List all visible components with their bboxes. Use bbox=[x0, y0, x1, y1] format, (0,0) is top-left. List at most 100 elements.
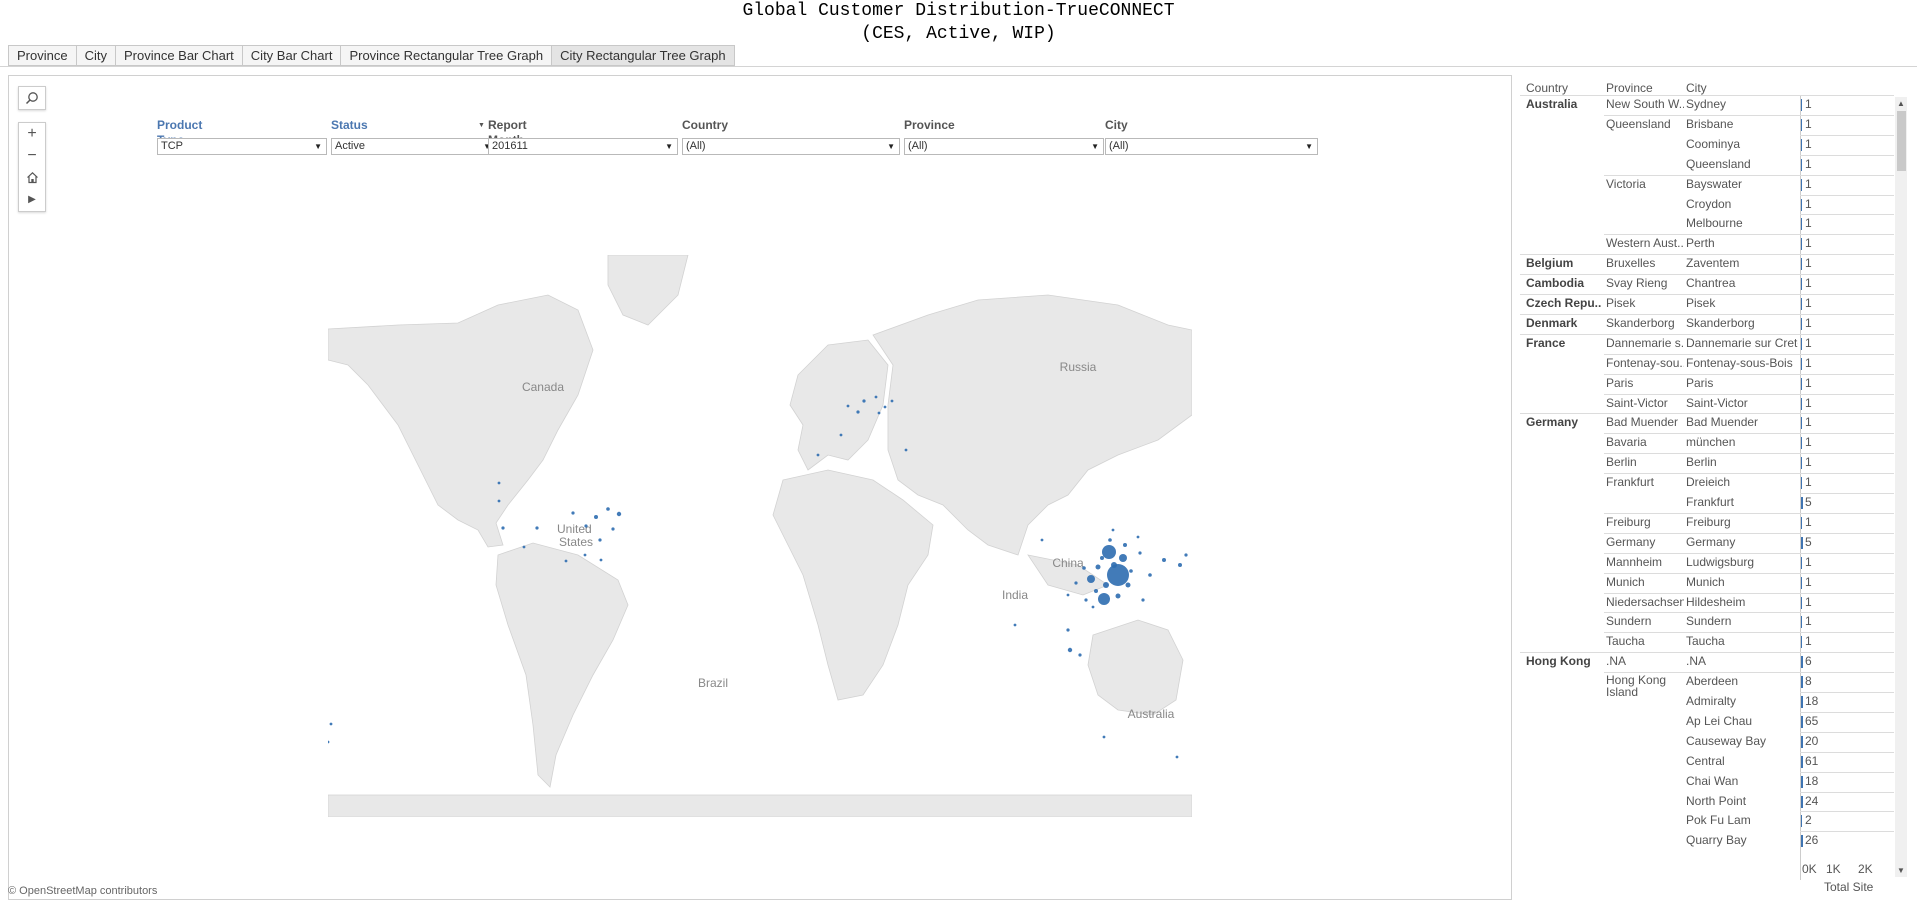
point-china-city[interactable] bbox=[1103, 582, 1109, 588]
point-china-city[interactable] bbox=[1082, 566, 1086, 570]
value-bar[interactable] bbox=[1801, 715, 1803, 728]
value-bar[interactable] bbox=[1801, 178, 1802, 191]
zoom-in-icon[interactable]: + bbox=[19, 123, 45, 145]
search-icon[interactable] bbox=[19, 87, 45, 109]
point-guangzhou[interactable] bbox=[1098, 593, 1110, 605]
point-china-city[interactable] bbox=[1119, 554, 1127, 562]
value-bar[interactable] bbox=[1801, 218, 1802, 231]
point-europe[interactable] bbox=[846, 404, 850, 408]
point-usa[interactable] bbox=[501, 526, 505, 530]
value-bar[interactable] bbox=[1801, 815, 1802, 828]
expand-arrow-icon[interactable]: ▶ bbox=[19, 189, 45, 211]
value-bar[interactable] bbox=[1801, 377, 1802, 390]
point-china-city[interactable] bbox=[1136, 535, 1140, 539]
point-usa[interactable] bbox=[522, 545, 526, 549]
value-bar[interactable] bbox=[1801, 497, 1803, 509]
point-usa[interactable] bbox=[584, 524, 588, 528]
point-asia-city[interactable] bbox=[1040, 538, 1044, 542]
value-bar[interactable] bbox=[1801, 417, 1802, 430]
province-dropdown[interactable]: (All) ▼ bbox=[904, 138, 1104, 155]
value-bar[interactable] bbox=[1801, 735, 1803, 748]
point-europe[interactable] bbox=[877, 411, 881, 415]
tab-city-tree-graph[interactable]: City Rectangular Tree Graph bbox=[551, 45, 735, 66]
point-perth[interactable] bbox=[1102, 735, 1106, 739]
value-bar[interactable] bbox=[1801, 238, 1802, 251]
point-china-city[interactable] bbox=[1066, 593, 1070, 597]
point-china-city[interactable] bbox=[1123, 543, 1127, 547]
point-china-city[interactable] bbox=[1129, 569, 1133, 573]
point-indonesia[interactable] bbox=[1078, 653, 1082, 657]
point-india-city[interactable] bbox=[1013, 623, 1017, 627]
point-china-city[interactable] bbox=[1125, 582, 1131, 588]
point-europe[interactable] bbox=[862, 399, 866, 403]
tab-province-bar-chart[interactable]: Province Bar Chart bbox=[114, 45, 242, 66]
status-dropdown[interactable]: Active ▼ bbox=[331, 138, 496, 155]
point-usa[interactable] bbox=[611, 527, 615, 531]
point-cambodia[interactable] bbox=[1066, 628, 1070, 632]
world-map[interactable]: Canada United States Russia China India … bbox=[328, 255, 1192, 817]
point-china-city[interactable] bbox=[1087, 575, 1095, 583]
point-usa[interactable] bbox=[571, 511, 575, 515]
point-usa[interactable] bbox=[497, 499, 501, 503]
value-bar[interactable] bbox=[1801, 576, 1802, 589]
point-china-city[interactable] bbox=[1074, 581, 1078, 585]
point-europe[interactable] bbox=[883, 405, 887, 409]
value-bar[interactable] bbox=[1801, 696, 1803, 708]
point-australia[interactable] bbox=[1175, 755, 1179, 759]
value-bar[interactable] bbox=[1801, 656, 1803, 669]
point-middle-east[interactable] bbox=[904, 448, 908, 452]
tab-city[interactable]: City bbox=[75, 45, 115, 66]
point-china-city[interactable] bbox=[1094, 589, 1098, 593]
point-usa[interactable] bbox=[497, 481, 501, 485]
value-bar[interactable] bbox=[1801, 357, 1802, 370]
table-scrollbar[interactable]: ▲ ▼ bbox=[1895, 97, 1907, 877]
value-bar[interactable] bbox=[1801, 99, 1802, 111]
value-bar[interactable] bbox=[1801, 437, 1802, 450]
value-bar[interactable] bbox=[1801, 457, 1802, 470]
point-china-city[interactable] bbox=[1138, 551, 1142, 555]
point-china-city[interactable] bbox=[1084, 598, 1088, 602]
point-pacific[interactable] bbox=[328, 740, 330, 744]
point-china-city[interactable] bbox=[1091, 605, 1095, 609]
value-bar[interactable] bbox=[1801, 755, 1803, 768]
value-bar[interactable] bbox=[1801, 516, 1802, 529]
tab-province-tree-graph[interactable]: Province Rectangular Tree Graph bbox=[340, 45, 552, 66]
value-bar[interactable] bbox=[1801, 258, 1802, 271]
value-bar[interactable] bbox=[1801, 775, 1803, 788]
point-europe[interactable] bbox=[890, 399, 894, 403]
value-bar[interactable] bbox=[1801, 676, 1803, 689]
scroll-down-icon[interactable]: ▼ bbox=[1896, 866, 1906, 875]
point-europe[interactable] bbox=[839, 433, 843, 437]
tab-city-bar-chart[interactable]: City Bar Chart bbox=[241, 45, 341, 66]
point-usa[interactable] bbox=[598, 538, 602, 542]
point-europe[interactable] bbox=[856, 410, 860, 414]
value-bar[interactable] bbox=[1801, 397, 1802, 410]
point-shanghai[interactable] bbox=[1107, 564, 1129, 586]
value-bar[interactable] bbox=[1801, 536, 1803, 549]
country-dropdown[interactable]: (All) ▼ bbox=[682, 138, 900, 155]
value-bar[interactable] bbox=[1801, 198, 1802, 211]
point-japan[interactable] bbox=[1178, 563, 1182, 567]
home-icon[interactable] bbox=[19, 167, 45, 189]
point-usa[interactable] bbox=[535, 526, 539, 530]
point-beijing[interactable] bbox=[1102, 545, 1116, 559]
value-bar[interactable] bbox=[1801, 596, 1802, 609]
scroll-up-icon[interactable]: ▲ bbox=[1896, 99, 1906, 108]
point-mexico[interactable] bbox=[564, 559, 568, 563]
value-bar[interactable] bbox=[1801, 795, 1803, 808]
product-type-dropdown[interactable]: TCP ▼ bbox=[157, 138, 327, 155]
point-usa[interactable] bbox=[616, 511, 622, 517]
value-bar[interactable] bbox=[1801, 298, 1802, 310]
value-bar[interactable] bbox=[1801, 616, 1802, 629]
scrollbar-thumb[interactable] bbox=[1897, 111, 1906, 171]
zoom-out-icon[interactable]: − bbox=[19, 145, 45, 167]
city-dropdown[interactable]: (All) ▼ bbox=[1105, 138, 1318, 155]
map-credit[interactable]: © OpenStreetMap contributors bbox=[8, 885, 157, 897]
point-europe[interactable] bbox=[816, 453, 820, 457]
point-china-city[interactable] bbox=[1095, 564, 1101, 570]
point-china-city[interactable] bbox=[1111, 562, 1117, 568]
value-bar[interactable] bbox=[1801, 337, 1802, 350]
point-china-city[interactable] bbox=[1111, 528, 1115, 532]
point-korea[interactable] bbox=[1162, 558, 1166, 562]
point-usa[interactable] bbox=[606, 507, 610, 511]
